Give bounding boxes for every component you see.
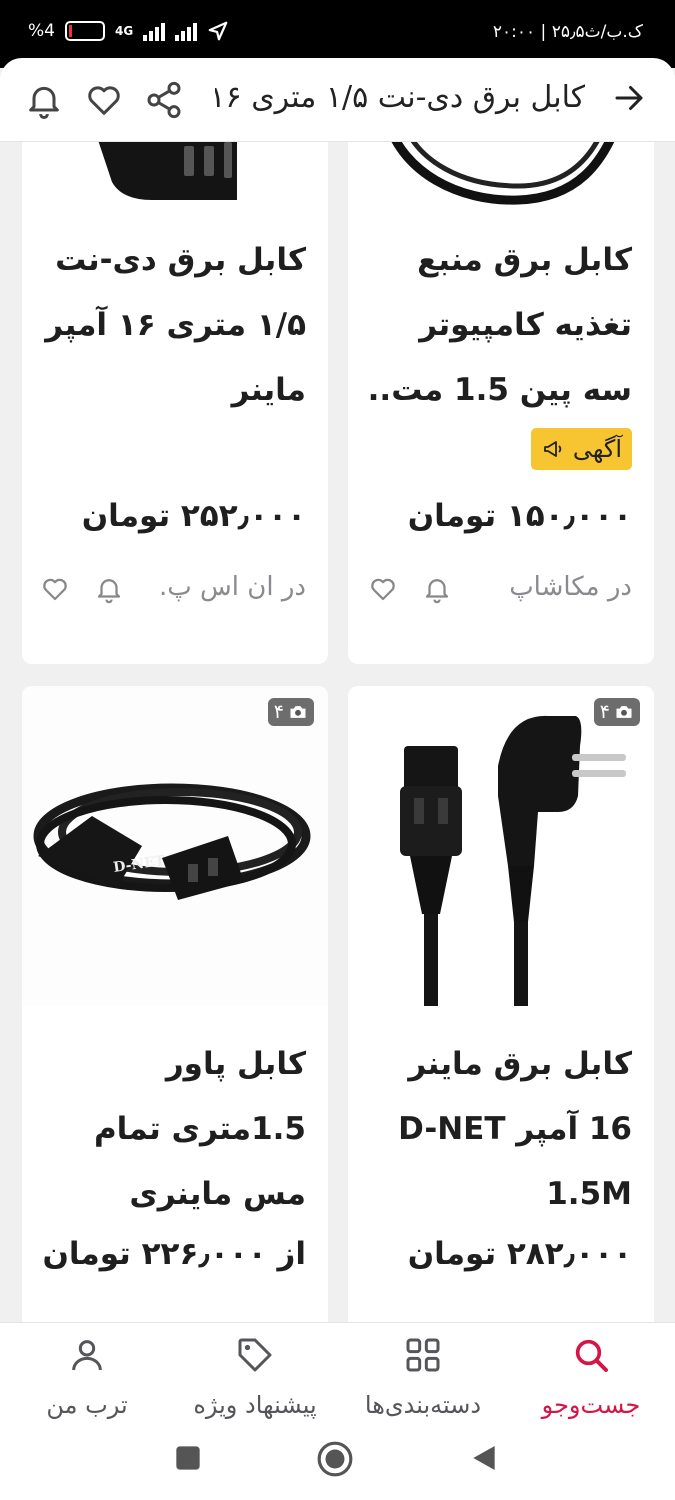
- bell-icon[interactable]: [24, 80, 64, 120]
- share-icon[interactable]: [144, 80, 184, 120]
- network-type: 4G: [114, 24, 134, 38]
- product-title[interactable]: کابل برق منبع تغذیه کامپیوتر سه پین 1.5 …: [362, 228, 632, 423]
- nav-label: دسته‌بندی‌ها: [364, 1391, 482, 1419]
- product-title[interactable]: کابل برق ماینر 16 آمپر D-NET 1.5M: [362, 1032, 632, 1227]
- product-title[interactable]: کابل برق دی-نت ۱/۵ متری ۱۶ آمپر ماینر: [36, 228, 306, 423]
- plug-image: [98, 142, 237, 200]
- camera-icon: [616, 706, 632, 718]
- signal-icon-2: [175, 21, 198, 41]
- photo-count-badge: ۴: [267, 698, 314, 726]
- product-price: ۲۸۲٫۰۰۰ تومان: [407, 1236, 632, 1272]
- product-image: D-NET ۴: [22, 686, 328, 1006]
- battery-percent: %4: [28, 21, 55, 41]
- system-navigation: [0, 1420, 675, 1500]
- location-arrow-icon: [208, 21, 228, 41]
- nav-item-categories[interactable]: دسته‌بندی‌ها: [339, 1323, 507, 1421]
- page-header: کابل برق دی-نت ۱/۵ متری ۱۶ آمپر ماینر: [0, 58, 675, 142]
- grid-icon: [406, 1338, 440, 1372]
- product-card[interactable]: کابل برق دی-نت ۱/۵ متری ۱۶ آمپر ماینر ۲۵…: [22, 142, 328, 664]
- ad-badge-label: آگهی: [572, 435, 622, 463]
- photo-count-badge: ۴: [593, 698, 640, 726]
- signal-icon: [143, 21, 166, 41]
- photo-count: ۴: [273, 701, 284, 723]
- nav-item-special-offers[interactable]: پیشنهاد ویژه: [171, 1323, 339, 1421]
- tag-icon: [238, 1338, 272, 1372]
- nav-label: جست‌وجو: [541, 1391, 641, 1419]
- notify-bell-icon[interactable]: [94, 574, 124, 604]
- nav-item-profile[interactable]: ترب من: [3, 1323, 171, 1421]
- product-image: ۴: [348, 686, 654, 1006]
- favorite-heart-icon[interactable]: [368, 574, 398, 604]
- home-circle-icon[interactable]: [316, 1440, 354, 1478]
- page-title: کابل برق دی-نت ۱/۵ متری ۱۶ آمپر ماینر: [215, 80, 585, 115]
- nav-label: پیشنهاد ویژه: [193, 1391, 317, 1419]
- product-image: [348, 142, 654, 222]
- camera-icon: [290, 706, 306, 718]
- photo-count: ۴: [599, 701, 610, 723]
- cable-coil-image: D-NET: [22, 686, 328, 1006]
- ad-badge: آگهی: [530, 428, 632, 470]
- product-price: از ۲۲۶٫۰۰۰ تومان: [42, 1236, 306, 1272]
- product-card[interactable]: کابل برق منبع تغذیه کامپیوتر سه پین 1.5 …: [348, 142, 654, 664]
- bottom-navigation: جست‌وجو دسته‌بندی‌ها پیشنهاد ویژه ترب من: [0, 1322, 675, 1420]
- product-card[interactable]: D-NET ۴ کابل پاور 1.5متری تمام مس ماینری…: [22, 686, 328, 1322]
- recents-square-icon[interactable]: [174, 1444, 202, 1472]
- heart-icon[interactable]: [84, 80, 124, 120]
- notify-bell-icon[interactable]: [422, 574, 452, 604]
- back-arrow-icon[interactable]: [611, 80, 647, 116]
- product-image: [22, 142, 328, 222]
- product-card[interactable]: ۴ کابل برق ماینر 16 آمپر D-NET 1.5M ۲۸۲٫…: [348, 686, 654, 1322]
- search-icon: [575, 1339, 608, 1372]
- battery-icon: [64, 21, 105, 41]
- user-icon: [72, 1340, 102, 1371]
- product-price: ۱۵۰٫۰۰۰ تومان: [407, 498, 632, 534]
- megaphone-icon: [543, 441, 562, 457]
- product-grid: کابل برق منبع تغذیه کامپیوتر سه پین 1.5 …: [0, 142, 675, 1322]
- nav-item-search[interactable]: جست‌وجو: [507, 1323, 675, 1421]
- back-triangle-icon[interactable]: [468, 1442, 500, 1474]
- status-time: ۲۰:۰۰ | ۲۵٫۵ک.ب/ث: [492, 22, 643, 42]
- product-seller: در مکاشاپ: [509, 572, 632, 602]
- favorite-heart-icon[interactable]: [40, 574, 70, 604]
- cable-plug-image: [400, 715, 626, 1006]
- cable-image: [391, 142, 615, 205]
- nav-label: ترب من: [46, 1391, 128, 1419]
- product-price: ۲۵۲٫۰۰۰ تومان: [81, 498, 306, 534]
- product-seller: در ان اس پ.: [159, 572, 306, 602]
- product-title[interactable]: کابل پاور 1.5متری تمام مس ماینری: [36, 1032, 306, 1227]
